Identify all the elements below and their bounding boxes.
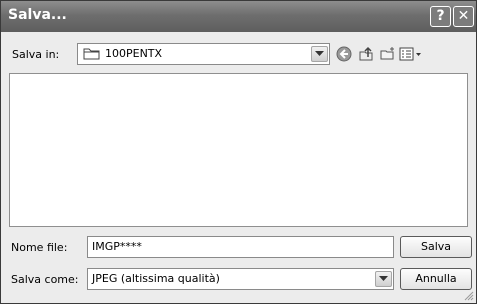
dialog-title: Salva... (8, 7, 67, 23)
save-button[interactable]: Salva (400, 236, 472, 258)
savetype-label: Salva come: (11, 273, 79, 286)
view-menu-icon[interactable] (399, 45, 423, 63)
help-button[interactable]: ? (430, 6, 451, 27)
save-in-combo[interactable]: 100PENTX (77, 43, 330, 65)
cancel-button[interactable]: Annulla (400, 268, 472, 290)
filename-input[interactable]: IMGP**** (87, 236, 394, 258)
chevron-down-icon[interactable] (311, 46, 328, 62)
savetype-select[interactable]: JPEG (altissima qualità) (87, 268, 394, 290)
filename-label: Nome file: (11, 241, 68, 254)
filename-value: IMGP**** (92, 240, 142, 253)
savetype-value: JPEG (altissima qualità) (92, 272, 220, 285)
resize-grip-icon[interactable] (464, 291, 474, 301)
folder-name: 100PENTX (105, 47, 163, 60)
close-button[interactable]: ✕ (453, 6, 474, 27)
save-dialog: Salva... ? ✕ Salva in: 100PENTX Nome fil… (0, 0, 477, 304)
title-bar[interactable]: Salva... ? ✕ (1, 1, 476, 32)
chevron-down-icon[interactable] (375, 271, 392, 287)
new-folder-icon[interactable] (379, 45, 397, 63)
back-icon[interactable] (335, 45, 353, 63)
folder-icon (83, 48, 100, 60)
file-list[interactable] (9, 73, 468, 227)
save-in-label: Salva in: (12, 48, 60, 61)
up-folder-icon[interactable] (357, 45, 375, 63)
